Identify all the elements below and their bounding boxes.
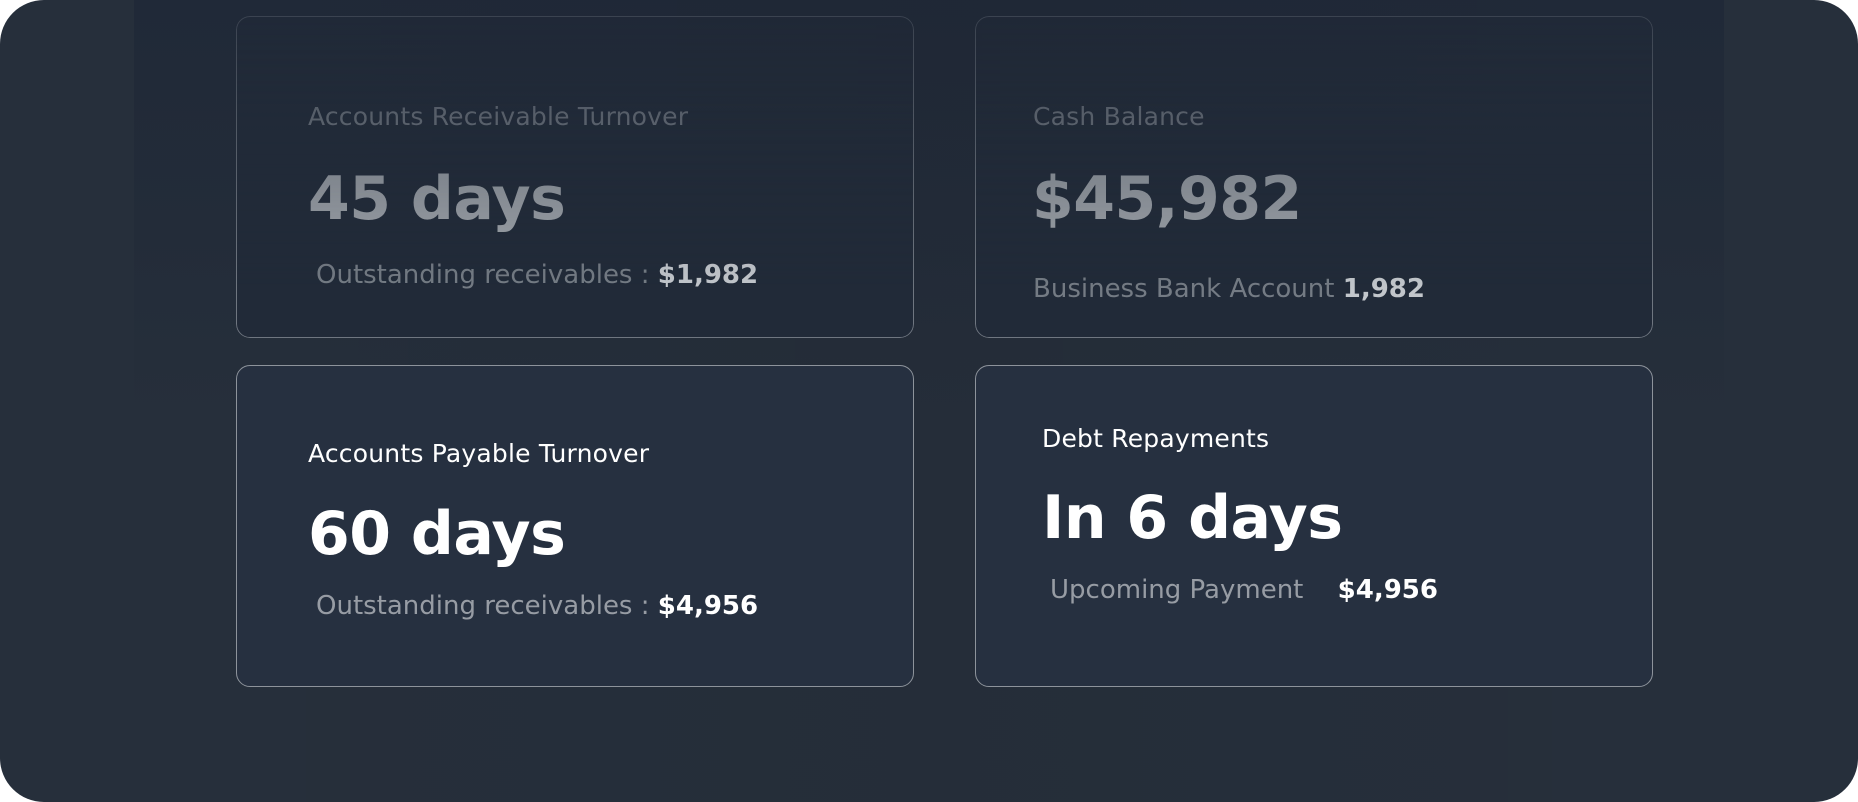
card-sub-amount: $4,956 [657,591,759,621]
card-value: In 6 days [1042,483,1343,553]
card-sub-amount: $1,982 [657,260,759,290]
dashboard-panel: Accounts Receivable Turnover 45 days Out… [0,0,1858,802]
card-debt-repayments[interactable]: Debt Repayments In 6 days Upcoming Payme… [975,365,1653,687]
card-title: Cash Balance [1033,102,1205,131]
card-title: Debt Repayments [1042,424,1270,453]
card-subtext: Business Bank Account 1,982 [1033,274,1425,304]
card-title: Accounts Payable Turnover [308,439,650,468]
card-sub-amount: $4,956 [1337,575,1438,605]
card-subtext: Outstanding receivables : $1,982 [316,260,758,290]
card-value: $45,982 [1032,164,1302,234]
card-value: 60 days [308,499,566,569]
card-accounts-payable-turnover[interactable]: Accounts Payable Turnover 60 days Outsta… [236,365,914,687]
card-sub-label: Outstanding receivables : [316,260,650,290]
card-accounts-receivable-turnover[interactable]: Accounts Receivable Turnover 45 days Out… [236,16,914,338]
card-cash-balance[interactable]: Cash Balance $45,982 Business Bank Accou… [975,16,1653,338]
card-sub-label: Outstanding receivables : [316,591,650,621]
card-sub-label: Upcoming Payment [1050,575,1304,605]
card-sub-amount: 1,982 [1342,274,1425,304]
card-sub-label: Business Bank Account [1033,274,1335,304]
card-subtext: Outstanding receivables : $4,956 [316,591,758,621]
card-value: 45 days [308,164,566,234]
card-subtext: Upcoming Payment $4,956 [1050,575,1438,605]
card-title: Accounts Receivable Turnover [308,102,689,131]
